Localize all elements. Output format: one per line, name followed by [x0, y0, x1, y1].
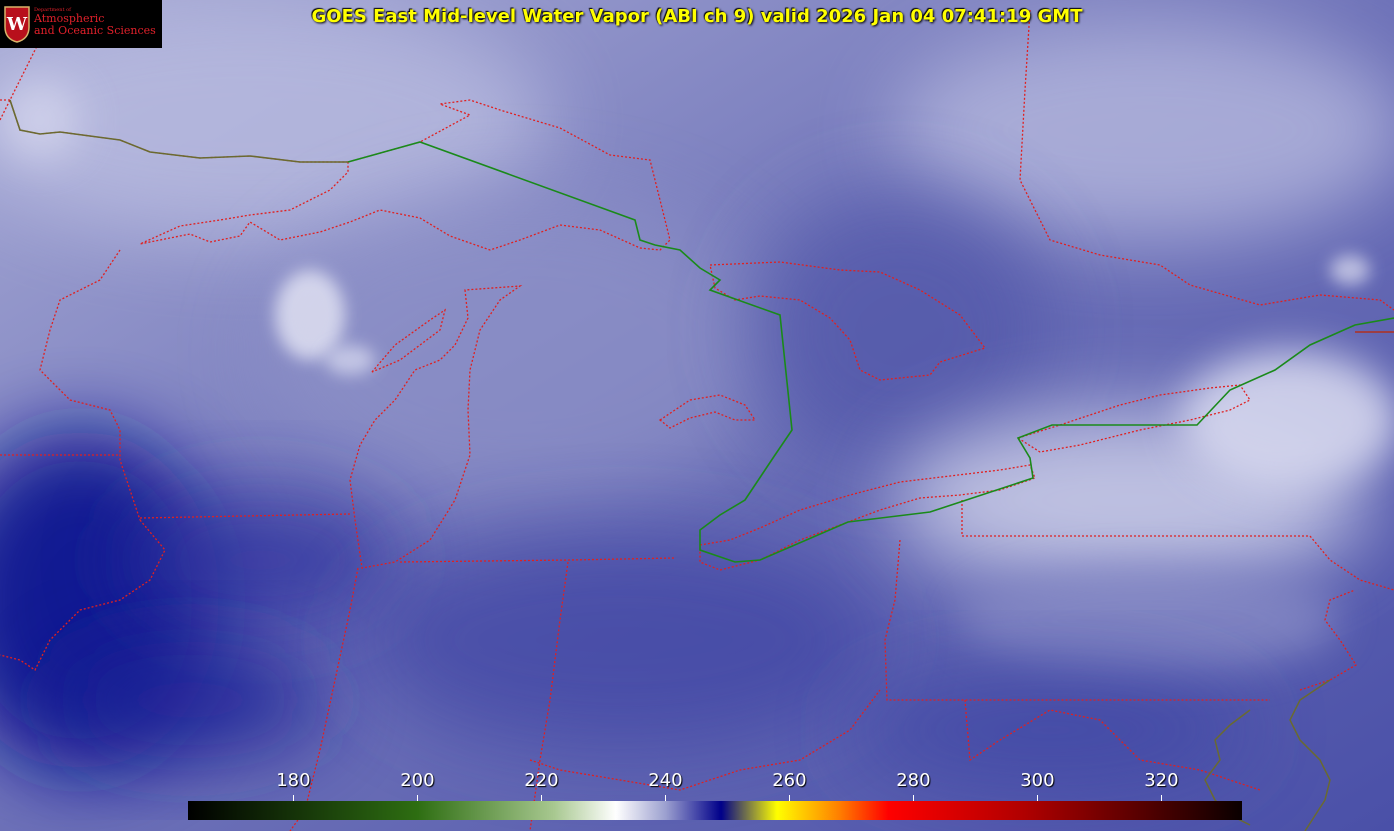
- colorbar-tick-label: 300: [1020, 770, 1055, 791]
- colorbar-tick-label: 220: [524, 770, 559, 791]
- colorbar-tick-mark: [417, 795, 419, 801]
- colorbar-tick-mark: [293, 795, 295, 801]
- map-viewer: W Department of Atmospheric and Oceanic …: [0, 0, 1394, 831]
- colorbar-tick-label: 240: [648, 770, 683, 791]
- colorbar-tick-mark: [913, 795, 915, 801]
- colorbar: [188, 801, 1242, 820]
- colorbar-tick-mark: [789, 795, 791, 801]
- water-vapor-map: [0, 0, 1394, 831]
- colorbar-tick-label: 180: [276, 770, 311, 791]
- colorbar-tick-label: 320: [1144, 770, 1179, 791]
- colorbar-tick-mark: [1161, 795, 1163, 801]
- colorbar-tick-label: 260: [772, 770, 807, 791]
- product-title: GOES East Mid-level Water Vapor (ABI ch …: [311, 6, 1083, 27]
- colorbar-tick-label: 280: [896, 770, 931, 791]
- colorbar-tick-mark: [541, 795, 543, 801]
- colorbar-tick-label: 200: [400, 770, 435, 791]
- colorbar-tick-mark: [665, 795, 667, 801]
- colorbar-tick-mark: [1037, 795, 1039, 801]
